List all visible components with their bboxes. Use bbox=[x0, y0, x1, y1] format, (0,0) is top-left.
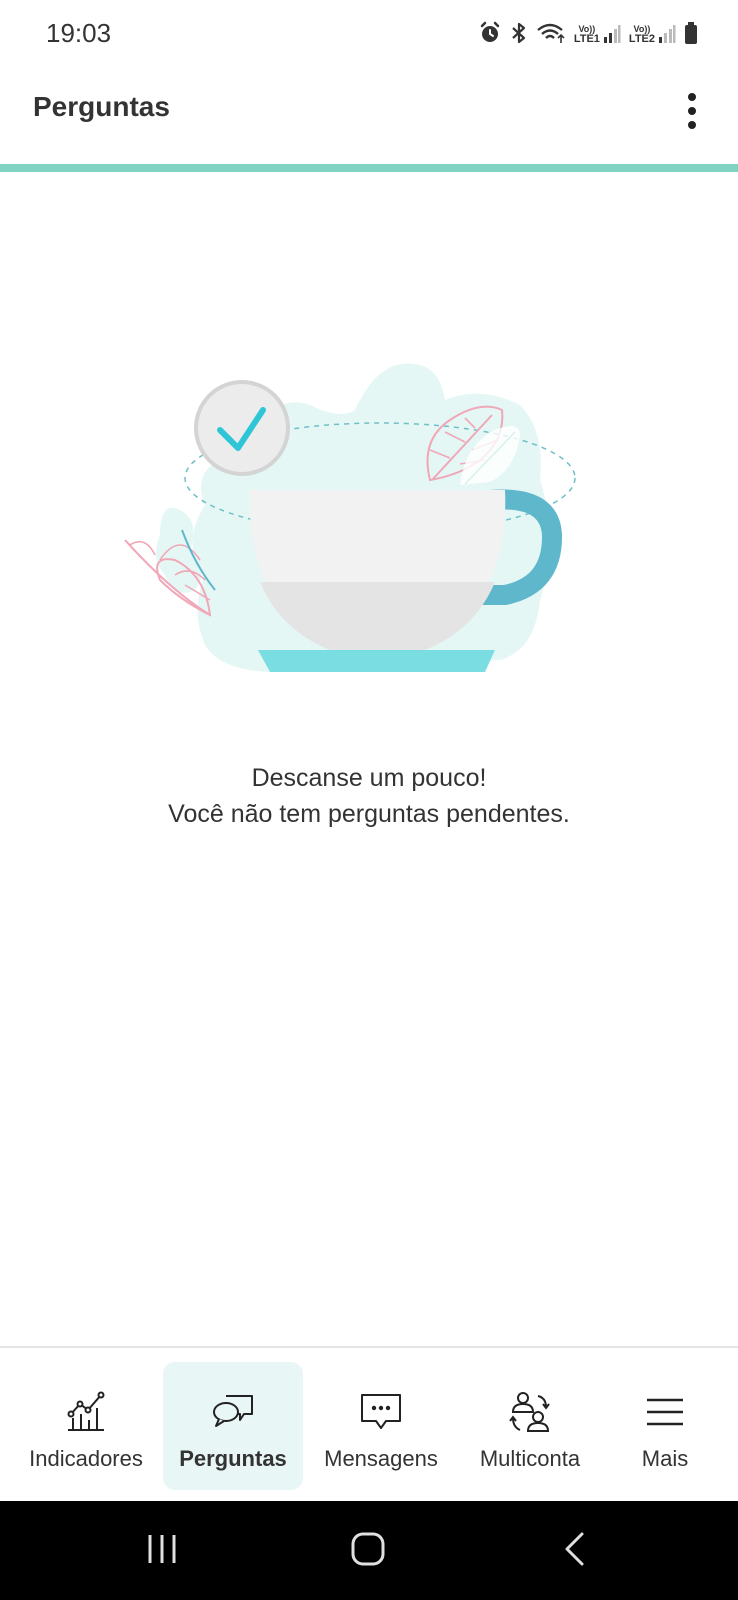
more-vert-icon bbox=[688, 93, 696, 101]
nav-item-mensagens[interactable]: Mensagens bbox=[310, 1362, 452, 1490]
empty-state-message: Descanse um pouco! Você não tem pergunta… bbox=[0, 760, 738, 832]
status-icons: Vo)) LTE1 Vo)) LTE2 bbox=[478, 18, 698, 48]
alarm-icon bbox=[480, 21, 500, 42]
nav-label-mensagens: Mensagens bbox=[324, 1446, 438, 1471]
status-bar: 19:03 Vo)) LTE1 Vo)) LTE2 bbox=[0, 0, 738, 64]
more-options-button[interactable] bbox=[672, 86, 712, 136]
chart-icon bbox=[62, 1388, 110, 1436]
sim2-label: LTE2 bbox=[628, 33, 655, 45]
bluetooth-icon bbox=[512, 22, 525, 44]
nav-item-perguntas[interactable]: Perguntas bbox=[163, 1362, 303, 1490]
recents-icon[interactable] bbox=[146, 1531, 178, 1567]
nav-item-multiconta[interactable]: Multiconta bbox=[460, 1362, 600, 1490]
more-vert-icon-dot bbox=[688, 107, 696, 115]
sim1-label: LTE1 bbox=[573, 33, 600, 45]
page-title: Perguntas bbox=[33, 91, 170, 122]
back-icon[interactable] bbox=[562, 1531, 588, 1567]
message-icon bbox=[357, 1388, 405, 1436]
home-icon[interactable] bbox=[350, 1531, 386, 1567]
bottom-navigation: Indicadores Perguntas Mensagens Multicon… bbox=[0, 1346, 738, 1501]
hamburger-icon bbox=[641, 1388, 689, 1436]
sim2-indicator: Vo)) LTE2 bbox=[628, 22, 676, 45]
accent-divider bbox=[0, 164, 738, 172]
wifi-icon bbox=[537, 23, 565, 43]
more-vert-icon-dot bbox=[688, 121, 696, 129]
nav-label-multiconta: Multiconta bbox=[479, 1446, 581, 1471]
nav-item-indicadores[interactable]: Indicadores bbox=[14, 1362, 158, 1490]
coffee-cup-illustration bbox=[124, 363, 576, 672]
system-navigation-bar bbox=[0, 1501, 738, 1600]
empty-state-subtitle: Você não tem perguntas pendentes. bbox=[168, 800, 570, 828]
nav-item-mais[interactable]: Mais bbox=[605, 1362, 725, 1490]
nav-label-indicadores: Indicadores bbox=[29, 1446, 143, 1471]
status-time: 19:03 bbox=[46, 18, 112, 48]
battery-icon bbox=[685, 22, 697, 44]
signal-icon bbox=[603, 25, 621, 43]
signal-icon-2 bbox=[659, 25, 676, 43]
nav-label-mais: Mais bbox=[641, 1446, 689, 1471]
empty-state-title: Descanse um pouco! bbox=[251, 764, 487, 792]
nav-label-perguntas: Perguntas bbox=[179, 1446, 287, 1471]
users-icon bbox=[506, 1388, 554, 1436]
app-bar: Perguntas bbox=[0, 64, 738, 164]
chat-bubbles-icon bbox=[209, 1388, 257, 1436]
sim1-indicator: Vo)) LTE1 bbox=[573, 22, 621, 45]
